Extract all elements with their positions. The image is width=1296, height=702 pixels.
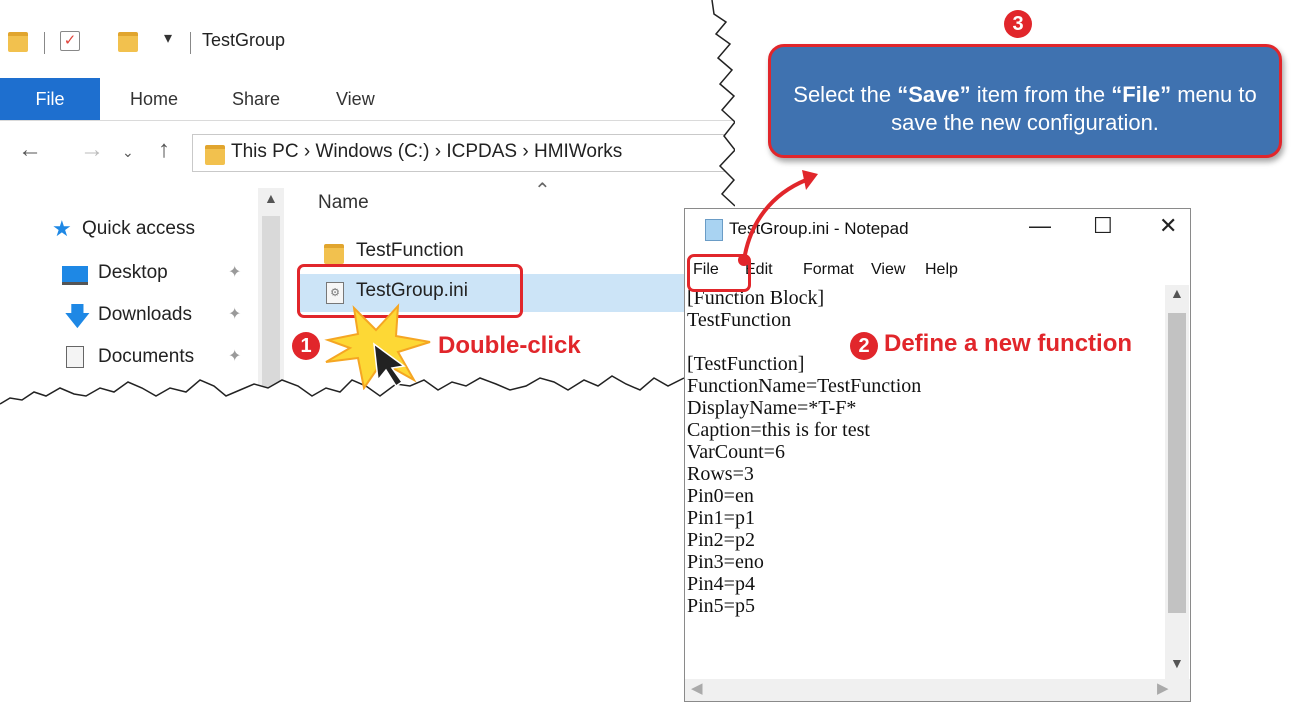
- step-2-badge: 2: [850, 332, 878, 360]
- callout-save-keyword: “Save”: [897, 82, 971, 107]
- text-line: Pin0=en: [687, 485, 754, 507]
- notepad-window: TestGroup.ini - Notepad — ☐ ✕ File Edit …: [684, 208, 1191, 702]
- callout-file-keyword: “File”: [1111, 82, 1172, 107]
- text-line: TestFunction: [687, 309, 792, 331]
- maximize-icon[interactable]: ☐: [1093, 213, 1113, 239]
- text-line: FunctionName=TestFunction: [687, 375, 922, 397]
- scroll-up-icon[interactable]: ▲: [1170, 285, 1184, 301]
- step-1-label: Double-click: [438, 332, 581, 359]
- text-line: Pin3=eno: [687, 551, 764, 573]
- scroll-right-icon[interactable]: ▶: [1157, 679, 1169, 697]
- text-line: Pin4=p4: [687, 573, 755, 595]
- menu-view[interactable]: View: [871, 261, 905, 279]
- minimize-icon[interactable]: —: [1029, 213, 1051, 239]
- callout-text: item from the: [970, 82, 1112, 107]
- text-line: Pin5=p5: [687, 595, 755, 617]
- text-line: Pin1=p1: [687, 507, 755, 529]
- horizontal-scrollbar[interactable]: ◀ ▶: [685, 679, 1190, 701]
- menu-help[interactable]: Help: [925, 261, 958, 279]
- notepad-icon: [705, 219, 723, 241]
- scroll-down-icon[interactable]: ▼: [1170, 655, 1184, 671]
- save-instruction-callout: Select the “Save” item from the “File” m…: [768, 44, 1282, 158]
- scrollbar-thumb[interactable]: [1168, 313, 1186, 613]
- step-2-label: Define a new function: [884, 330, 1133, 357]
- text-line: [Function Block]: [687, 287, 825, 309]
- step-3-badge: 3: [1004, 10, 1032, 38]
- text-line: VarCount=6: [687, 441, 785, 463]
- callout-text: Select the: [793, 82, 898, 107]
- text-line: Caption=this is for test: [687, 419, 870, 441]
- step-1-badge: 1: [292, 332, 320, 360]
- scroll-left-icon[interactable]: ◀: [691, 679, 703, 697]
- vertical-scrollbar[interactable]: ▲ ▼: [1165, 285, 1189, 681]
- text-line: Pin2=p2: [687, 529, 755, 551]
- close-icon[interactable]: ✕: [1159, 213, 1177, 239]
- double-click-burst-icon: [324, 303, 431, 390]
- text-line: DisplayName=*T-F*: [687, 397, 857, 419]
- pointer-arrow: [738, 170, 818, 266]
- text-line: Rows=3: [687, 463, 754, 485]
